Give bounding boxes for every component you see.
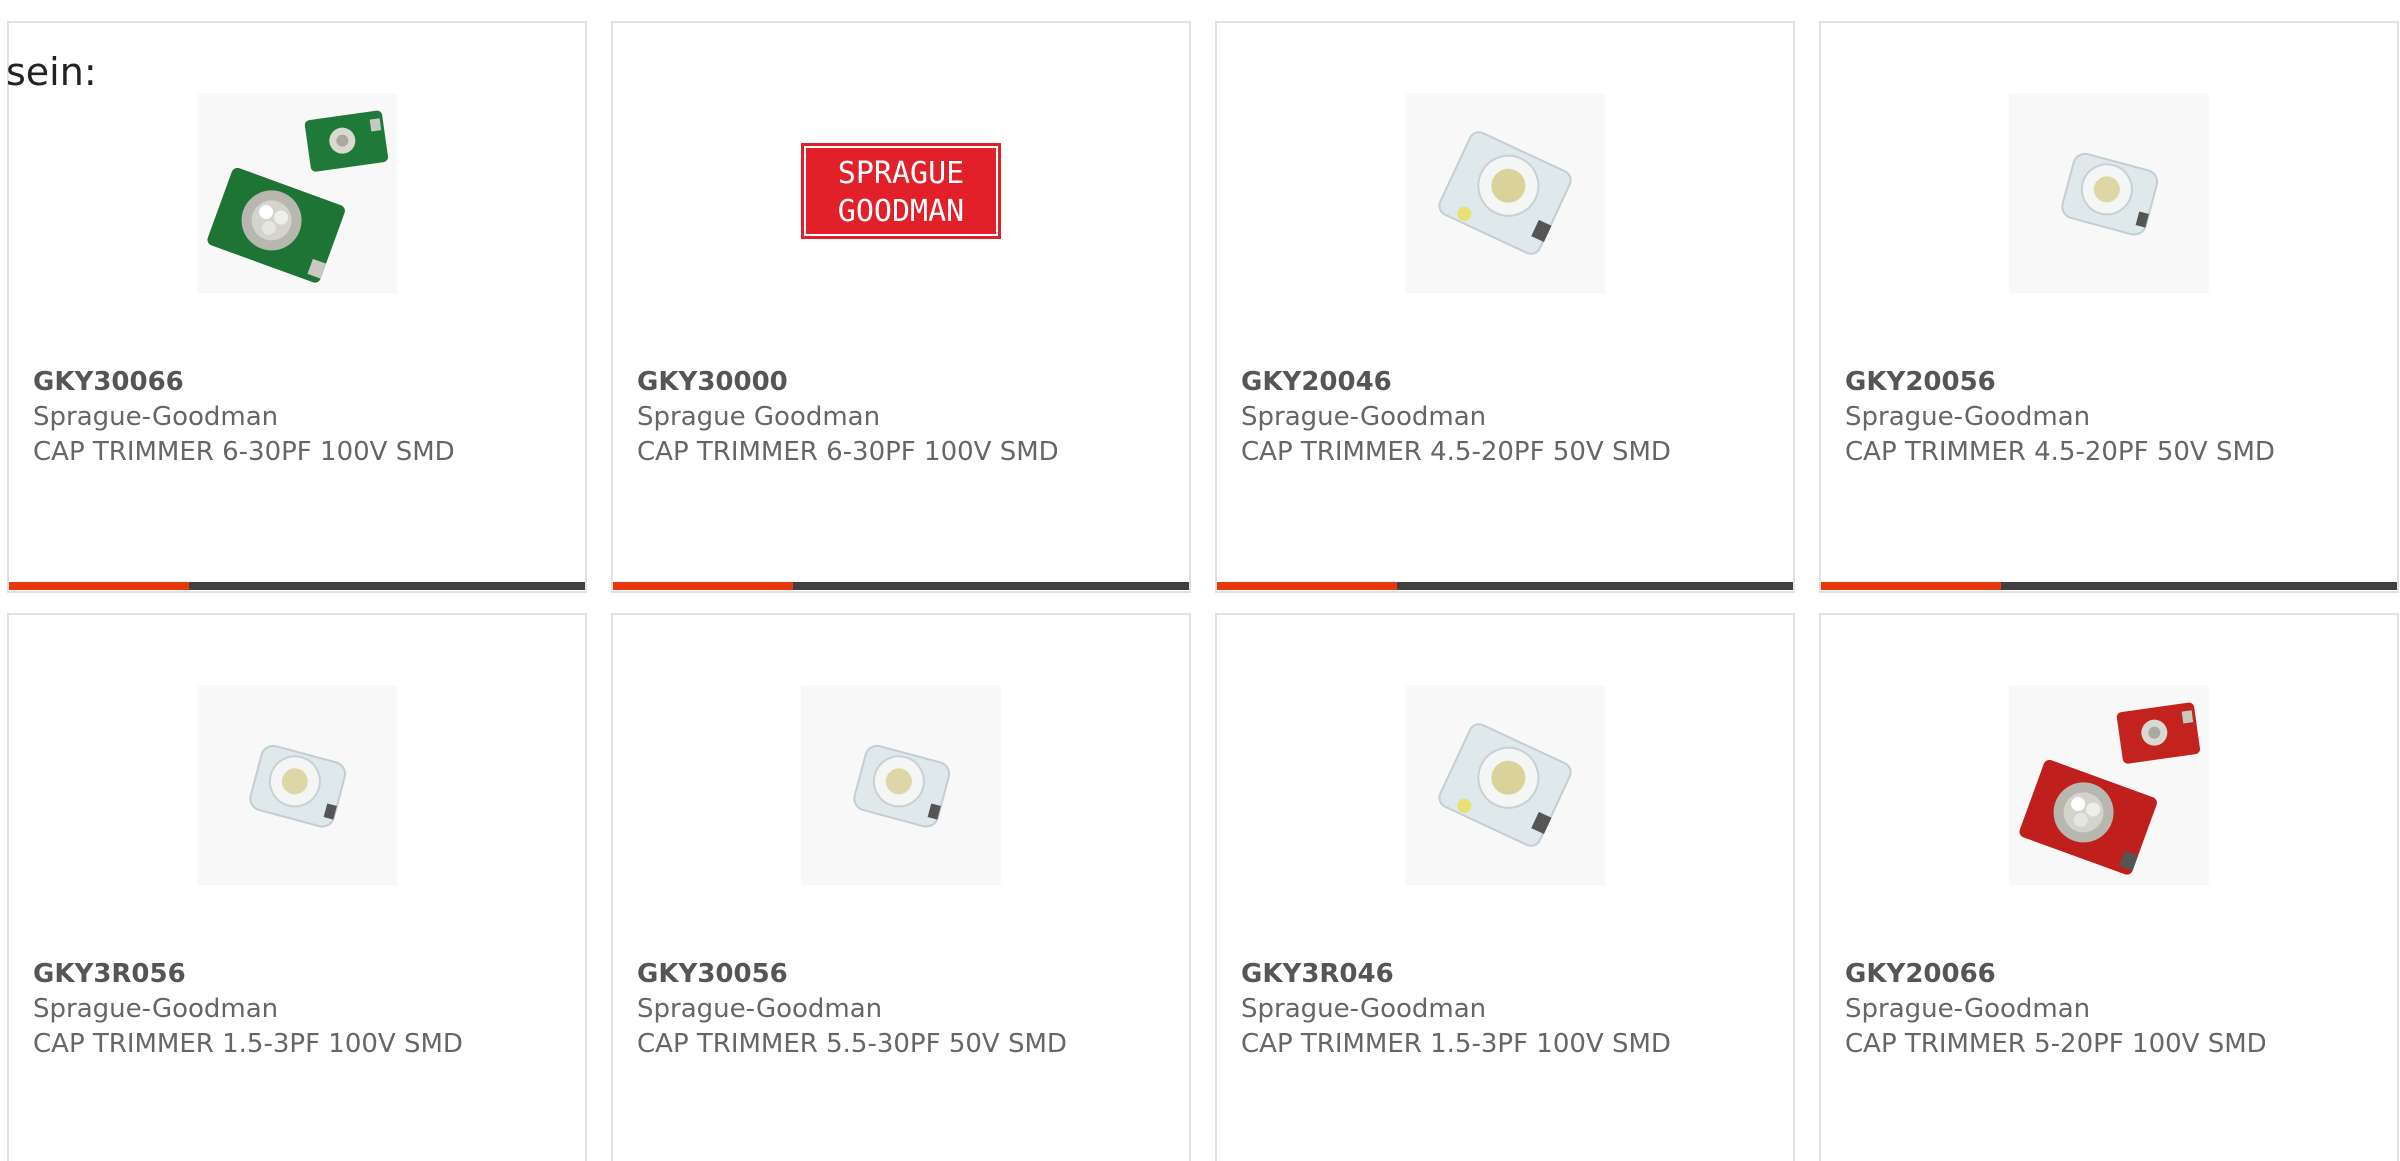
description: CAP TRIMMER 5-20PF 100V SMD xyxy=(1845,1029,2267,1059)
product-card[interactable]: SPRAGUE GOODMAN GKY30000 Sprague Goodman… xyxy=(611,21,1191,593)
manufacturer: Sprague-Goodman xyxy=(1845,994,2091,1024)
logo-line-1: SPRAGUE xyxy=(838,156,964,191)
product-info: GKY3R046 Sprague-Goodman CAP TRIMMER 1.5… xyxy=(1241,957,1671,1062)
product-image: SPRAGUE GOODMAN xyxy=(801,93,1001,293)
card-bar-accent xyxy=(9,582,189,590)
product-image xyxy=(2009,685,2209,885)
product-image xyxy=(197,93,397,293)
description: CAP TRIMMER 6-30PF 100V SMD xyxy=(637,437,1059,467)
manufacturer: Sprague-Goodman xyxy=(33,994,279,1024)
card-bar-accent xyxy=(1821,582,2001,590)
description: CAP TRIMMER 4.5-20PF 50V SMD xyxy=(1241,437,1671,467)
card-bar xyxy=(1821,582,2397,590)
product-info: GKY30066 Sprague-Goodman CAP TRIMMER 6-3… xyxy=(33,365,455,470)
card-bar-accent xyxy=(1217,582,1397,590)
part-number[interactable]: GKY3R056 xyxy=(33,957,463,992)
product-image xyxy=(801,685,1001,885)
product-card[interactable]: GKY20046 Sprague-Goodman CAP TRIMMER 4.5… xyxy=(1215,21,1795,593)
part-number[interactable]: GKY20056 xyxy=(1845,365,2275,400)
card-bar xyxy=(9,582,585,590)
white-trimmer-icon xyxy=(1438,131,1572,255)
product-image xyxy=(2009,93,2209,293)
product-grid: GKY30066 Sprague-Goodman CAP TRIMMER 6-3… xyxy=(7,21,2399,1161)
card-bar xyxy=(613,582,1189,590)
product-info: GKY20046 Sprague-Goodman CAP TRIMMER 4.5… xyxy=(1241,365,1671,470)
logo-line-2: GOODMAN xyxy=(838,194,964,229)
description: CAP TRIMMER 5.5-30PF 50V SMD xyxy=(637,1029,1067,1059)
white-trimmer-small-icon xyxy=(2061,152,2159,236)
red-trimmer-icon xyxy=(2019,702,2201,875)
product-card[interactable]: GKY3R046 Sprague-Goodman CAP TRIMMER 1.5… xyxy=(1215,613,1795,1161)
product-card[interactable]: GKY30066 Sprague-Goodman CAP TRIMMER 6-3… xyxy=(7,21,587,593)
manufacturer: Sprague Goodman xyxy=(637,402,881,432)
manufacturer: Sprague-Goodman xyxy=(33,402,279,432)
product-card[interactable]: GKY30056 Sprague-Goodman CAP TRIMMER 5.5… xyxy=(611,613,1191,1161)
product-image xyxy=(197,685,397,885)
part-number[interactable]: GKY30000 xyxy=(637,365,1059,400)
product-info: GKY3R056 Sprague-Goodman CAP TRIMMER 1.5… xyxy=(33,957,463,1062)
white-trimmer-icon xyxy=(1438,723,1572,847)
manufacturer: Sprague-Goodman xyxy=(1241,994,1487,1024)
part-number[interactable]: GKY30056 xyxy=(637,957,1067,992)
manufacturer: Sprague-Goodman xyxy=(1241,402,1487,432)
description: CAP TRIMMER 1.5-3PF 100V SMD xyxy=(33,1029,463,1059)
intro-text: sein: xyxy=(6,50,97,94)
part-number[interactable]: GKY20066 xyxy=(1845,957,2267,992)
product-info: GKY30000 Sprague Goodman CAP TRIMMER 6-3… xyxy=(637,365,1059,470)
manufacturer: Sprague-Goodman xyxy=(1845,402,2091,432)
product-info: GKY20066 Sprague-Goodman CAP TRIMMER 5-2… xyxy=(1845,957,2267,1062)
product-info: GKY20056 Sprague-Goodman CAP TRIMMER 4.5… xyxy=(1845,365,2275,470)
green-trimmer-icon xyxy=(207,110,389,283)
sprague-goodman-logo: SPRAGUE GOODMAN xyxy=(801,143,1001,239)
product-card[interactable]: GKY3R056 Sprague-Goodman CAP TRIMMER 1.5… xyxy=(7,613,587,1161)
manufacturer: Sprague-Goodman xyxy=(637,994,883,1024)
product-image xyxy=(1405,685,1605,885)
description: CAP TRIMMER 6-30PF 100V SMD xyxy=(33,437,455,467)
white-trimmer-small-icon xyxy=(249,744,347,828)
white-trimmer-small-icon xyxy=(853,744,951,828)
product-card[interactable]: GKY20066 Sprague-Goodman CAP TRIMMER 5-2… xyxy=(1819,613,2399,1161)
part-number[interactable]: GKY3R046 xyxy=(1241,957,1671,992)
page: sein: GKY30066 Sprague-Goodman CAP TRIMM… xyxy=(0,0,2400,1161)
product-info: GKY30056 Sprague-Goodman CAP TRIMMER 5.5… xyxy=(637,957,1067,1062)
part-number[interactable]: GKY20046 xyxy=(1241,365,1671,400)
description: CAP TRIMMER 4.5-20PF 50V SMD xyxy=(1845,437,2275,467)
part-number[interactable]: GKY30066 xyxy=(33,365,455,400)
product-image xyxy=(1405,93,1605,293)
product-card[interactable]: GKY20056 Sprague-Goodman CAP TRIMMER 4.5… xyxy=(1819,21,2399,593)
card-bar-accent xyxy=(613,582,793,590)
description: CAP TRIMMER 1.5-3PF 100V SMD xyxy=(1241,1029,1671,1059)
card-bar xyxy=(1217,582,1793,590)
